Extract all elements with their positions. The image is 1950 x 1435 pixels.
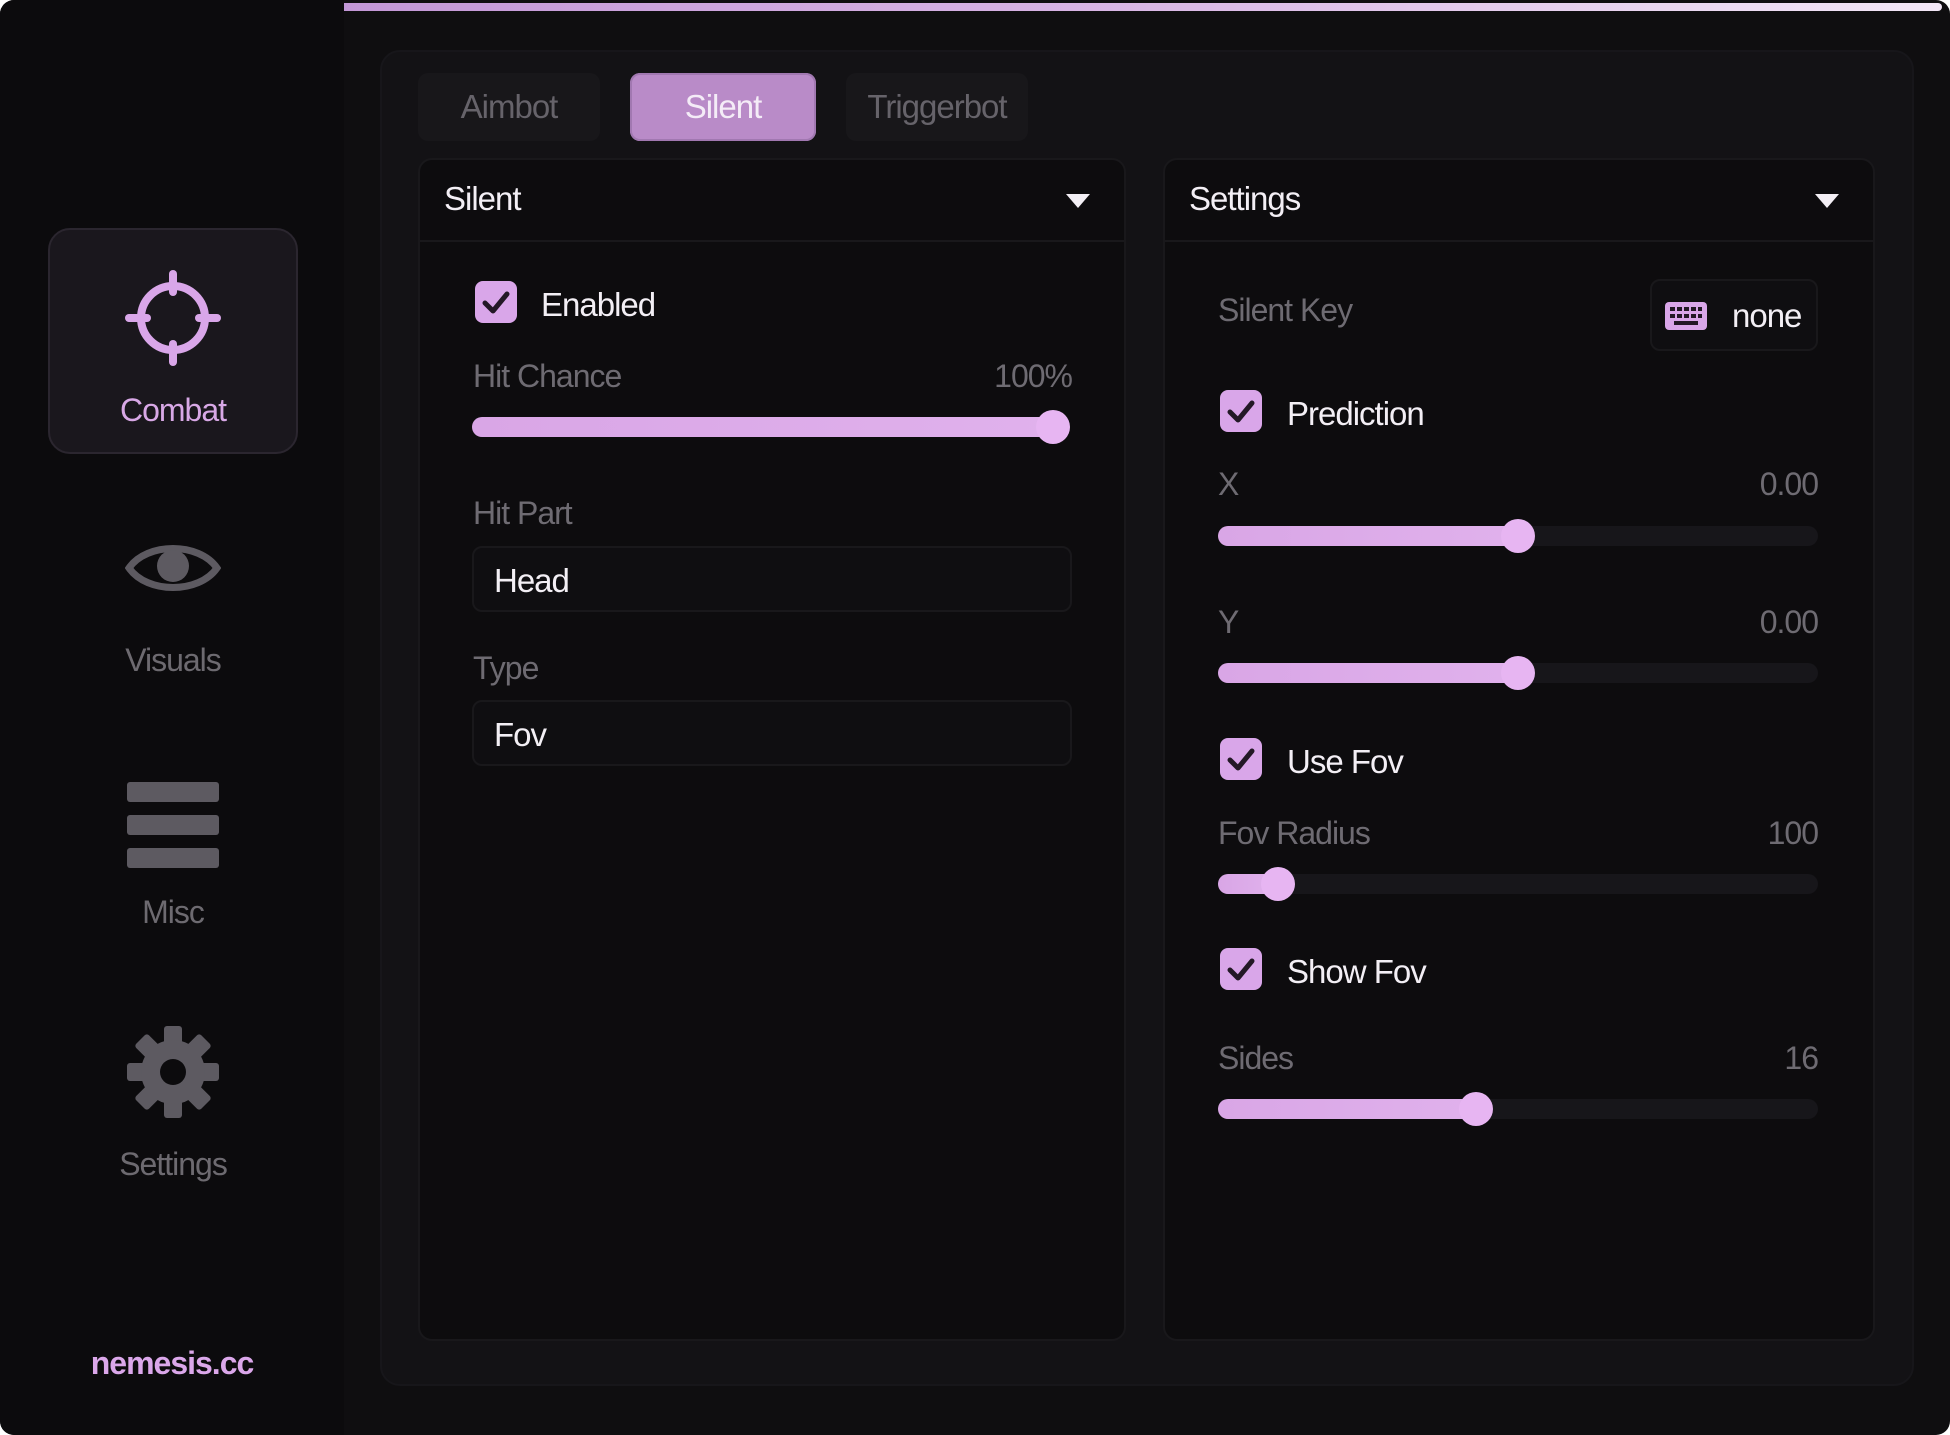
fov-radius-label: Fov Radius bbox=[1218, 815, 1371, 851]
tab-aimbot[interactable]: Aimbot bbox=[418, 73, 600, 141]
x-value: 0.00 bbox=[1759, 466, 1819, 502]
gear-icon bbox=[127, 1026, 219, 1118]
keyboard-icon bbox=[1665, 302, 1707, 330]
slider-thumb[interactable] bbox=[1261, 867, 1295, 901]
section-title: Settings bbox=[1189, 180, 1301, 217]
checkmark-icon bbox=[1227, 958, 1255, 981]
sidebar-item-label: Settings bbox=[119, 1146, 228, 1182]
hit-part-select[interactable]: Head bbox=[472, 546, 1072, 612]
type-value: Fov bbox=[494, 716, 547, 753]
use-fov-label: Use Fov bbox=[1287, 743, 1404, 780]
x-slider[interactable] bbox=[1218, 519, 1818, 553]
menu-icon bbox=[127, 782, 219, 868]
slider-fill bbox=[472, 417, 1053, 437]
section-header[interactable]: Silent bbox=[420, 160, 1124, 242]
checkmark-icon bbox=[1227, 748, 1255, 771]
hit-chance-value: 100% bbox=[994, 358, 1073, 394]
show-fov-label: Show Fov bbox=[1287, 953, 1427, 990]
section-title: Silent bbox=[444, 180, 522, 217]
brand-logo: nemesis.cc bbox=[90, 1345, 255, 1381]
enabled-label: Enabled bbox=[541, 286, 656, 323]
y-slider[interactable] bbox=[1218, 656, 1818, 690]
sidebar-item-label: Misc bbox=[142, 894, 205, 930]
y-label: Y bbox=[1218, 604, 1239, 640]
eye-icon bbox=[125, 545, 221, 591]
use-fov-checkbox[interactable] bbox=[1220, 738, 1262, 780]
fov-radius-slider[interactable] bbox=[1218, 867, 1818, 901]
checkmark-icon bbox=[1227, 400, 1255, 423]
hit-chance-slider[interactable] bbox=[472, 410, 1070, 444]
sidebar-item-visuals[interactable]: Visuals bbox=[48, 480, 298, 706]
silent-key-label: Silent Key bbox=[1218, 292, 1353, 328]
chevron-down-icon bbox=[1815, 194, 1839, 208]
section-header[interactable]: Settings bbox=[1165, 160, 1873, 242]
hit-chance-label: Hit Chance bbox=[473, 358, 622, 394]
sides-label: Sides bbox=[1218, 1040, 1294, 1076]
show-fov-checkbox[interactable] bbox=[1220, 948, 1262, 990]
sidebar-item-label: Visuals bbox=[125, 642, 222, 678]
slider-thumb[interactable] bbox=[1459, 1092, 1493, 1126]
slider-fill bbox=[1218, 1099, 1476, 1119]
sidebar-item-label: Combat bbox=[119, 392, 227, 428]
fov-radius-value: 100 bbox=[1767, 815, 1819, 851]
sidebar-item-combat[interactable]: Combat bbox=[48, 228, 298, 454]
slider-thumb[interactable] bbox=[1036, 410, 1070, 444]
crosshair-icon bbox=[125, 270, 221, 366]
silent-key-value: none bbox=[1732, 297, 1802, 334]
x-label: X bbox=[1218, 466, 1239, 502]
type-label: Type bbox=[473, 650, 539, 686]
slider-fill bbox=[1218, 663, 1518, 683]
prediction-label: Prediction bbox=[1287, 395, 1425, 432]
sidebar-item-settings[interactable]: Settings bbox=[48, 984, 298, 1210]
type-select[interactable]: Fov bbox=[472, 700, 1072, 766]
tab-triggerbot[interactable]: Triggerbot bbox=[846, 73, 1028, 141]
prediction-checkbox[interactable] bbox=[1220, 390, 1262, 432]
tab-silent[interactable]: Silent bbox=[630, 73, 816, 141]
y-value: 0.00 bbox=[1759, 604, 1819, 640]
silent-key-bind[interactable]: none bbox=[1650, 279, 1818, 351]
slider-thumb[interactable] bbox=[1501, 519, 1535, 553]
chevron-down-icon bbox=[1066, 194, 1090, 208]
hit-part-label: Hit Part bbox=[473, 495, 573, 531]
checkmark-icon bbox=[482, 291, 510, 314]
hit-part-value: Head bbox=[494, 562, 570, 599]
slider-thumb[interactable] bbox=[1501, 656, 1535, 690]
sides-value: 16 bbox=[1784, 1040, 1819, 1076]
sides-slider[interactable] bbox=[1218, 1092, 1818, 1126]
slider-fill bbox=[1218, 526, 1518, 546]
app-window: Combat Visuals Misc Settings nemesis.cc … bbox=[0, 0, 1950, 1435]
enabled-checkbox[interactable] bbox=[475, 281, 517, 323]
sidebar-item-misc[interactable]: Misc bbox=[48, 732, 298, 958]
sidebar: Combat Visuals Misc Settings nemesis.cc bbox=[0, 0, 344, 1435]
